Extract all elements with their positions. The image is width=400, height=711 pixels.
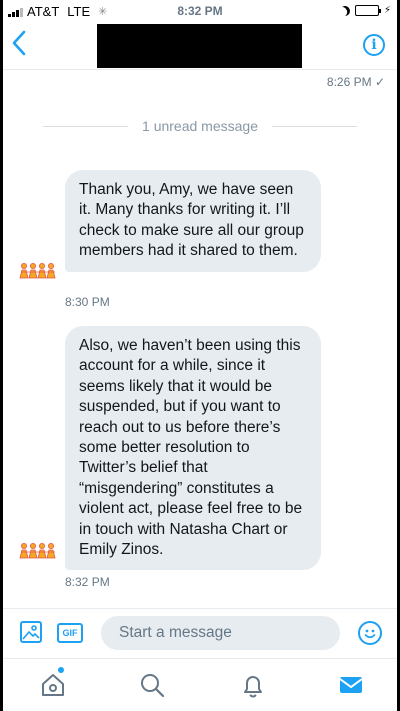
message-bubble[interactable]: Thank you, Amy, we have seen it. Many th… [65,170,321,272]
avatar[interactable] [18,542,58,560]
divider-line [43,125,129,127]
charging-icon: ⚡ [383,5,391,16]
status-time: 8:32 PM [177,4,223,18]
unread-label: 1 unread message [142,118,258,134]
redacted-name [97,24,302,68]
message-time: 8:30 PM [65,295,110,309]
dm-screen: AT&T LTE ✳ 8:32 PM ⚡ i 8:26 PM ✓ 1 unrea… [3,0,397,711]
chevron-left-icon [12,30,26,56]
gif-button[interactable]: GIF [57,623,83,643]
back-button[interactable] [11,30,39,60]
search-tab-icon[interactable] [138,671,166,699]
message-input[interactable]: Start a message [101,616,340,650]
info-button[interactable]: i [363,34,385,56]
status-bar: AT&T LTE ✳ 8:32 PM ⚡ [3,0,397,22]
image-icon [22,625,40,640]
bottom-tab-bar [3,658,397,711]
status-right: ⚡ [340,5,391,16]
messages-tab-icon[interactable] [337,671,365,699]
do-not-disturb-icon [339,4,352,17]
message-composer: GIF Start a message [3,608,397,658]
emoji-button[interactable] [358,621,382,645]
message-time: 8:32 PM [65,575,110,589]
divider-line [271,125,357,127]
battery-icon [354,5,381,16]
unread-divider: 1 unread message [43,117,357,135]
image-button[interactable] [20,621,42,643]
message-bubble[interactable]: Also, we haven’t been using this account… [65,326,321,571]
emoji-icon [364,629,376,639]
home-tab-icon[interactable] [39,671,67,699]
info-icon: i [371,37,377,53]
gif-icon: GIF [62,628,78,638]
avatar[interactable] [18,262,58,280]
notifications-tab-icon[interactable] [239,671,267,699]
last-sent-time: 8:26 PM ✓ [326,75,385,89]
conversation-header: i [3,22,397,70]
